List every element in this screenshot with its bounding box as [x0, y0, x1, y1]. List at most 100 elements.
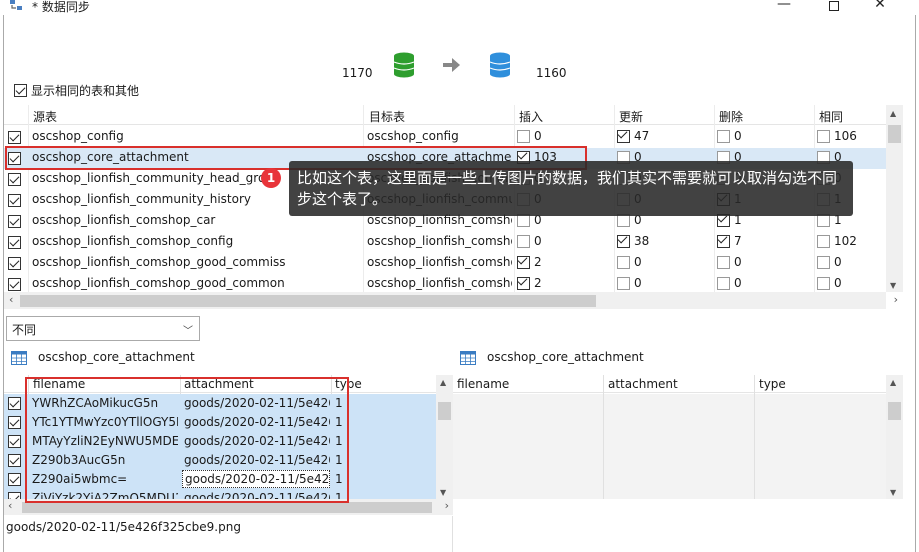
scroll-thumb[interactable]: [438, 402, 451, 420]
insert-checkbox[interactable]: [517, 255, 530, 269]
left-panel-title: oscshop_core_attachment: [38, 350, 195, 364]
record-checkbox[interactable]: [8, 454, 21, 467]
header-delete[interactable]: 删除: [719, 108, 743, 125]
update-checkbox[interactable]: [617, 255, 630, 269]
target-table-name: oscshop_lionfish_comshop_config: [367, 234, 512, 248]
sync-app-icon: [10, 0, 22, 10]
scroll-up-icon[interactable]: ▲: [440, 378, 446, 387]
table-row[interactable]: oscshop_lionfish_comshop_good_commiss os…: [4, 253, 886, 274]
header-insert[interactable]: 插入: [519, 108, 543, 125]
scroll-thumb[interactable]: [888, 125, 901, 143]
delete-checkbox[interactable]: [717, 255, 730, 269]
row-sync-checkbox[interactable]: [8, 173, 21, 186]
scroll-left-icon[interactable]: ‹: [9, 293, 13, 306]
table-vertical-scrollbar[interactable]: ▲ ▼: [886, 105, 903, 292]
same-cell: 102: [817, 234, 857, 248]
scroll-thumb[interactable]: [22, 502, 432, 513]
delete-checkbox[interactable]: [717, 234, 730, 248]
record-checkbox[interactable]: [8, 435, 21, 448]
update-checkbox[interactable]: [617, 234, 630, 248]
table-row[interactable]: oscshop_lionfish_comshop_good_common osc…: [4, 274, 886, 292]
window-border-right: [915, 15, 916, 552]
source-table-name: oscshop_lionfish_comshop_good_common: [32, 276, 285, 290]
source-table-name: oscshop_config: [32, 129, 124, 143]
record-checkbox[interactable]: [8, 397, 21, 410]
column-divider: [603, 375, 604, 499]
same-checkbox[interactable]: [817, 276, 830, 290]
minimize-button[interactable]: —: [761, 0, 807, 14]
scroll-down-icon[interactable]: ▼: [890, 281, 896, 290]
table-row[interactable]: oscshop_config oscshop_config 0 47 0 106: [4, 127, 886, 148]
right-panel-title: oscshop_core_attachment: [487, 350, 644, 364]
update-cell: 38: [617, 234, 649, 248]
delete-cell: 0: [717, 255, 742, 269]
record-checkbox[interactable]: [8, 492, 21, 499]
header-update[interactable]: 更新: [619, 108, 643, 125]
left-panel-vertical-scrollbar[interactable]: ▲ ▼: [436, 375, 453, 499]
header-source[interactable]: 源表: [33, 108, 57, 125]
delete-checkbox[interactable]: [717, 129, 730, 143]
right-panel-vertical-scrollbar[interactable]: ▲ ▼: [886, 375, 903, 499]
diff-filter-select[interactable]: 不同 ﹀: [6, 316, 200, 341]
window-title: * 数据同步: [32, 0, 90, 14]
scroll-up-icon[interactable]: ▲: [890, 378, 896, 387]
show-same-checkbox[interactable]: [14, 84, 27, 97]
grid-header: filename attachment type: [453, 375, 886, 393]
cell-preview-area: goods/2020-02-11/5e426f325cbe9.png: [4, 516, 452, 552]
table-horizontal-scrollbar[interactable]: ‹ ›: [4, 292, 898, 309]
delete-count: 0: [734, 255, 742, 269]
table-row[interactable]: oscshop_lionfish_comshop_config oscshop_…: [4, 232, 886, 253]
scroll-up-icon[interactable]: ▲: [890, 109, 896, 118]
scroll-down-icon[interactable]: ▼: [440, 488, 446, 497]
insert-cell: 0: [517, 129, 542, 143]
insert-cell: 0: [517, 234, 542, 248]
row-sync-checkbox[interactable]: [8, 236, 21, 249]
same-count: 0: [834, 276, 842, 290]
insert-checkbox[interactable]: [517, 234, 530, 248]
delete-cell: 0: [717, 129, 742, 143]
update-checkbox[interactable]: [617, 129, 630, 143]
scroll-thumb[interactable]: [20, 295, 596, 307]
delete-checkbox[interactable]: [717, 276, 730, 290]
header-filename[interactable]: filename: [457, 377, 509, 391]
update-count: 47: [634, 129, 650, 143]
delete-count: 7: [734, 234, 742, 248]
scroll-thumb[interactable]: [888, 402, 901, 420]
maximize-button[interactable]: [811, 0, 857, 14]
update-checkbox[interactable]: [617, 276, 630, 290]
show-same-toggle[interactable]: 显示相同的表和其他: [14, 82, 139, 99]
insert-cell: 2: [517, 276, 542, 290]
header-type[interactable]: type: [759, 377, 786, 391]
grid-header: 源表 目标表 插入 更新 删除 相同: [4, 105, 886, 125]
header-same[interactable]: 相同: [819, 108, 843, 125]
source-database-icon: [393, 52, 415, 78]
record-checkbox[interactable]: [8, 473, 21, 486]
scroll-right-icon[interactable]: ›: [894, 293, 898, 306]
header-target[interactable]: 目标表: [369, 108, 405, 125]
row-sync-checkbox[interactable]: [8, 215, 21, 228]
delete-cell: 0: [717, 276, 742, 290]
insert-checkbox[interactable]: [517, 276, 530, 290]
panel-splitter[interactable]: [452, 516, 453, 552]
row-sync-checkbox[interactable]: [8, 194, 21, 207]
insert-checkbox[interactable]: [517, 129, 530, 143]
step-badge: 1: [261, 168, 281, 188]
same-checkbox[interactable]: [817, 234, 830, 248]
scroll-left-icon[interactable]: ‹: [8, 499, 12, 512]
row-sync-checkbox[interactable]: [8, 257, 21, 270]
same-checkbox[interactable]: [817, 255, 830, 269]
column-divider: [754, 375, 755, 499]
row-sync-checkbox[interactable]: [8, 131, 21, 144]
close-button[interactable]: ✕: [857, 0, 903, 14]
update-count: 0: [634, 276, 642, 290]
update-count: 38: [634, 234, 650, 248]
scroll-down-icon[interactable]: ▼: [890, 488, 896, 497]
delete-cell: 7: [717, 234, 742, 248]
scroll-right-icon[interactable]: ›: [445, 499, 449, 512]
row-sync-checkbox[interactable]: [8, 278, 21, 291]
same-checkbox[interactable]: [817, 129, 830, 143]
record-checkbox[interactable]: [8, 416, 21, 429]
arrow-right-icon: [443, 58, 460, 72]
header-attachment[interactable]: attachment: [608, 377, 678, 391]
table-grid-icon: [460, 351, 476, 365]
